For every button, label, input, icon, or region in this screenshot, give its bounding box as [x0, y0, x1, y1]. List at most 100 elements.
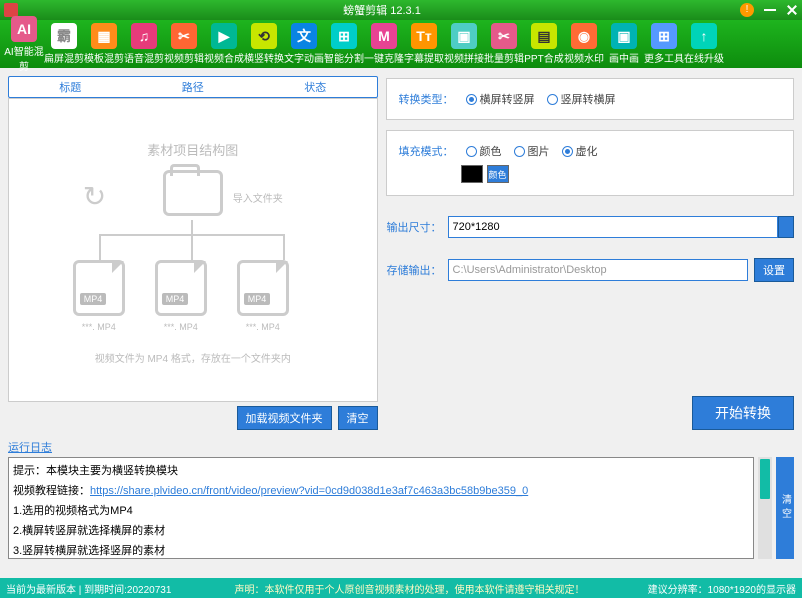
toolbar-label: 在线升级 — [684, 50, 724, 65]
toolbar-icon: AI — [11, 16, 37, 42]
toolbar-icon: ♫ — [131, 23, 157, 49]
toolbar-item-2[interactable]: ▦模板混剪 — [84, 23, 124, 65]
structure-diagram: 素材项目结构图 ↻ 导入文件夹 MP4 MP4 MP4 ***. MP4 ***… — [63, 140, 323, 360]
toolbar-label: AI智能混剪 — [4, 43, 44, 73]
toolbar-icon: ⊞ — [651, 23, 677, 49]
toolbar-item-0[interactable]: AIAI智能混剪 — [4, 16, 44, 73]
toolbar-icon: ▤ — [531, 23, 557, 49]
title-bar: 螃蟹剪辑 12.3.1 ! — [0, 0, 802, 20]
toolbar-item-13[interactable]: ▤PPT合成 — [524, 23, 564, 65]
toolbar-item-9[interactable]: M一键克隆 — [364, 23, 404, 65]
toolbar-item-1[interactable]: 霸扁屏混剪 — [44, 23, 84, 65]
radio-fill-image[interactable]: 图片 — [514, 143, 550, 159]
toolbar-icon: M — [371, 23, 397, 49]
toolbar-label: 一键克隆 — [364, 50, 404, 65]
toolbar-label: PPT合成 — [524, 50, 564, 65]
toolbar-item-16[interactable]: ⊞更多工具 — [644, 23, 684, 65]
toolbar-icon: ▣ — [451, 23, 477, 49]
dropdown-icon[interactable] — [778, 216, 794, 238]
toolbar-item-17[interactable]: ↑在线升级 — [684, 23, 724, 65]
notification-badge[interactable]: ! — [740, 3, 754, 17]
toolbar-label: 文字动画 — [284, 50, 324, 65]
toolbar-label: 智能分割 — [324, 50, 364, 65]
toolbar-icon: ✂ — [491, 23, 517, 49]
color-swatch-black[interactable] — [461, 165, 483, 183]
toolbar-item-14[interactable]: ◉视频水印 — [564, 23, 604, 65]
toolbar-icon: ✂ — [171, 23, 197, 49]
toolbar-icon: 霸 — [51, 23, 77, 49]
file-icon: MP4 — [155, 260, 207, 316]
toolbar-item-5[interactable]: ▶视频合成 — [204, 23, 244, 65]
toolbar-label: 批量剪辑 — [484, 50, 524, 65]
toolbar-label: 扁屏混剪 — [44, 50, 84, 65]
app-title: 螃蟹剪辑 12.3.1 — [24, 2, 740, 18]
toolbar-item-7[interactable]: 文文字动画 — [284, 23, 324, 65]
clear-button[interactable]: 清空 — [338, 406, 378, 430]
toolbar-label: 语音混剪 — [124, 50, 164, 65]
fill-mode-label: 填充模式： — [399, 143, 454, 159]
convert-type-label: 转换类型： — [399, 91, 454, 107]
main-toolbar: AIAI智能混剪霸扁屏混剪▦模板混剪♫语音混剪✂视频剪辑▶视频合成⟲横竖转换文文… — [0, 20, 802, 68]
col-title: 标题 — [9, 77, 132, 97]
convert-type-box: 转换类型： 横屏转竖屏 竖屏转横屏 — [386, 78, 794, 120]
toolbar-item-3[interactable]: ♫语音混剪 — [124, 23, 164, 65]
toolbar-icon: ▦ — [91, 23, 117, 49]
toolbar-icon: ▣ — [611, 23, 637, 49]
col-path: 路径 — [132, 77, 255, 97]
clear-log-button[interactable]: 清空 — [776, 457, 794, 559]
toolbar-label: 视频拼接 — [444, 50, 484, 65]
load-folder-button[interactable]: 加载视频文件夹 — [237, 406, 332, 430]
toolbar-label: 视频合成 — [204, 50, 244, 65]
toolbar-icon: 文 — [291, 23, 317, 49]
toolbar-label: 模板混剪 — [84, 50, 124, 65]
toolbar-item-10[interactable]: Tт字幕提取 — [404, 23, 444, 65]
radio-v2h[interactable]: 竖屏转横屏 — [547, 91, 616, 107]
toolbar-item-8[interactable]: ⊞智能分割 — [324, 23, 364, 65]
fill-mode-box: 填充模式： 颜色 图片 虚化 颜色 — [386, 130, 794, 196]
toolbar-item-6[interactable]: ⟲横竖转换 — [244, 23, 284, 65]
file-icon: MP4 — [73, 260, 125, 316]
radio-h2v[interactable]: 横屏转竖屏 — [466, 91, 535, 107]
toolbar-item-15[interactable]: ▣画中画 — [604, 23, 644, 65]
toolbar-icon: ▶ — [211, 23, 237, 49]
toolbar-item-11[interactable]: ▣视频拼接 — [444, 23, 484, 65]
disclaimer: 声明：本软件仅用于个人原创音视频素材的处理，使用本软件请遵守相关规定！ — [171, 581, 647, 596]
toolbar-icon: ⟲ — [251, 23, 277, 49]
color-picker-button[interactable]: 颜色 — [487, 165, 509, 183]
file-list-header: 标题 路径 状态 — [8, 76, 378, 98]
start-convert-button[interactable]: 开始转换 — [692, 396, 794, 430]
settings-button[interactable]: 设置 — [754, 258, 794, 282]
status-bar: 当前为最新版本 | 到期时间:20220731 声明：本软件仅用于个人原创音视频… — [0, 578, 802, 598]
folder-icon — [163, 170, 223, 216]
output-size-label: 输出尺寸： — [386, 219, 442, 235]
toolbar-item-4[interactable]: ✂视频剪辑 — [164, 23, 204, 65]
resolution-hint: 建议分辨率：1080*1920的显示器 — [648, 581, 796, 596]
output-path-input[interactable] — [448, 259, 748, 281]
toolbar-item-12[interactable]: ✂批量剪辑 — [484, 23, 524, 65]
output-size-select[interactable] — [448, 216, 778, 238]
arrow-icon: ↻ — [83, 180, 106, 213]
log-label[interactable]: 运行日志 — [8, 439, 52, 455]
minimize-button[interactable] — [764, 9, 776, 11]
radio-fill-blur[interactable]: 虚化 — [562, 143, 598, 159]
toolbar-label: 字幕提取 — [404, 50, 444, 65]
toolbar-label: 横竖转换 — [244, 50, 284, 65]
log-scrollbar[interactable] — [758, 457, 772, 559]
toolbar-label: 更多工具 — [644, 50, 684, 65]
toolbar-icon: ⊞ — [331, 23, 357, 49]
toolbar-icon: Tт — [411, 23, 437, 49]
version-info: 当前为最新版本 | 到期时间:20220731 — [6, 581, 171, 596]
file-list-area[interactable]: 素材项目结构图 ↻ 导入文件夹 MP4 MP4 MP4 ***. MP4 ***… — [8, 98, 378, 402]
output-path-label: 存储输出： — [386, 262, 442, 278]
col-status: 状态 — [254, 77, 377, 97]
file-icon: MP4 — [237, 260, 289, 316]
close-button[interactable] — [787, 5, 797, 15]
toolbar-label: 视频水印 — [564, 50, 604, 65]
toolbar-label: 画中画 — [604, 50, 644, 65]
tutorial-link[interactable]: https://share.plvideo.cn/front/video/pre… — [90, 485, 528, 497]
toolbar-icon: ↑ — [691, 23, 717, 49]
toolbar-icon: ◉ — [571, 23, 597, 49]
radio-fill-color[interactable]: 颜色 — [466, 143, 502, 159]
log-textarea[interactable]: 提示：本模块主要为横竖转换模块 视频教程链接：https://share.plv… — [8, 457, 754, 559]
toolbar-label: 视频剪辑 — [164, 50, 204, 65]
